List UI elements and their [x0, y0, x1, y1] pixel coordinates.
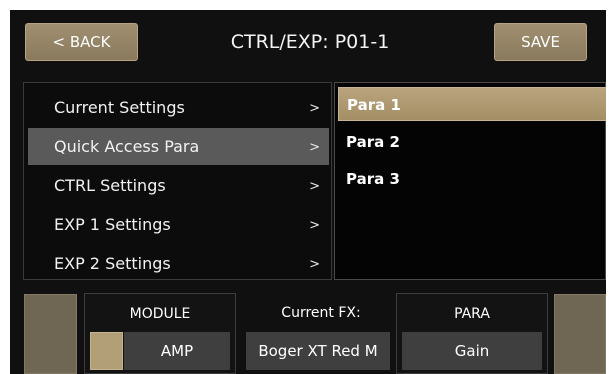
menu-item-current-settings[interactable]: Current Settings > [28, 89, 329, 126]
menu-item-label: Current Settings [54, 98, 185, 117]
para-item-1[interactable]: Para 1 [338, 87, 606, 121]
menu-item-label: EXP 2 Settings [54, 254, 171, 273]
module-value[interactable]: AMP [124, 332, 230, 370]
para-item-label: Para 2 [346, 133, 400, 151]
back-button[interactable]: < BACK [25, 23, 138, 61]
device-screen: < BACK CTRL/EXP: P01-1 SAVE Current Sett… [10, 10, 606, 374]
menu-item-exp1-settings[interactable]: EXP 1 Settings > [28, 206, 329, 243]
save-button[interactable]: SAVE [494, 23, 587, 61]
para-item-2[interactable]: Para 2 [338, 125, 606, 159]
menu-item-label: CTRL Settings [54, 176, 166, 195]
chevron-right-icon: > [309, 179, 320, 194]
right-scroll-pad[interactable] [554, 294, 606, 374]
menu-item-label: EXP 1 Settings [54, 215, 171, 234]
para-list: Para 1 Para 2 Para 3 [334, 82, 606, 280]
para-item-label: Para 1 [347, 96, 401, 114]
chevron-right-icon: > [309, 140, 320, 155]
menu-item-exp2-settings[interactable]: EXP 2 Settings > [28, 245, 329, 282]
chevron-right-icon: > [309, 257, 320, 272]
menu-item-quick-access-para[interactable]: Quick Access Para > [28, 128, 329, 165]
settings-menu: Current Settings > Quick Access Para > C… [23, 82, 332, 280]
chevron-right-icon: > [309, 101, 320, 116]
module-color-swatch [90, 332, 123, 370]
current-fx-label: Current FX: [281, 305, 361, 321]
chevron-right-icon: > [309, 218, 320, 233]
menu-item-label: Quick Access Para [54, 137, 200, 156]
para-heading: PARA [454, 306, 490, 322]
page-title: CTRL/EXP: P01-1 [230, 31, 390, 53]
para-item-3[interactable]: Para 3 [338, 162, 606, 196]
left-scroll-pad[interactable] [24, 294, 77, 374]
para-item-label: Para 3 [346, 170, 400, 188]
module-heading: MODULE [129, 306, 191, 322]
current-fx-value[interactable]: Boger XT Red M [246, 332, 390, 370]
para-value[interactable]: Gain [402, 332, 542, 370]
menu-item-ctrl-settings[interactable]: CTRL Settings > [28, 167, 329, 204]
save-button-label: SAVE [521, 33, 560, 51]
back-button-label: < BACK [52, 33, 111, 51]
